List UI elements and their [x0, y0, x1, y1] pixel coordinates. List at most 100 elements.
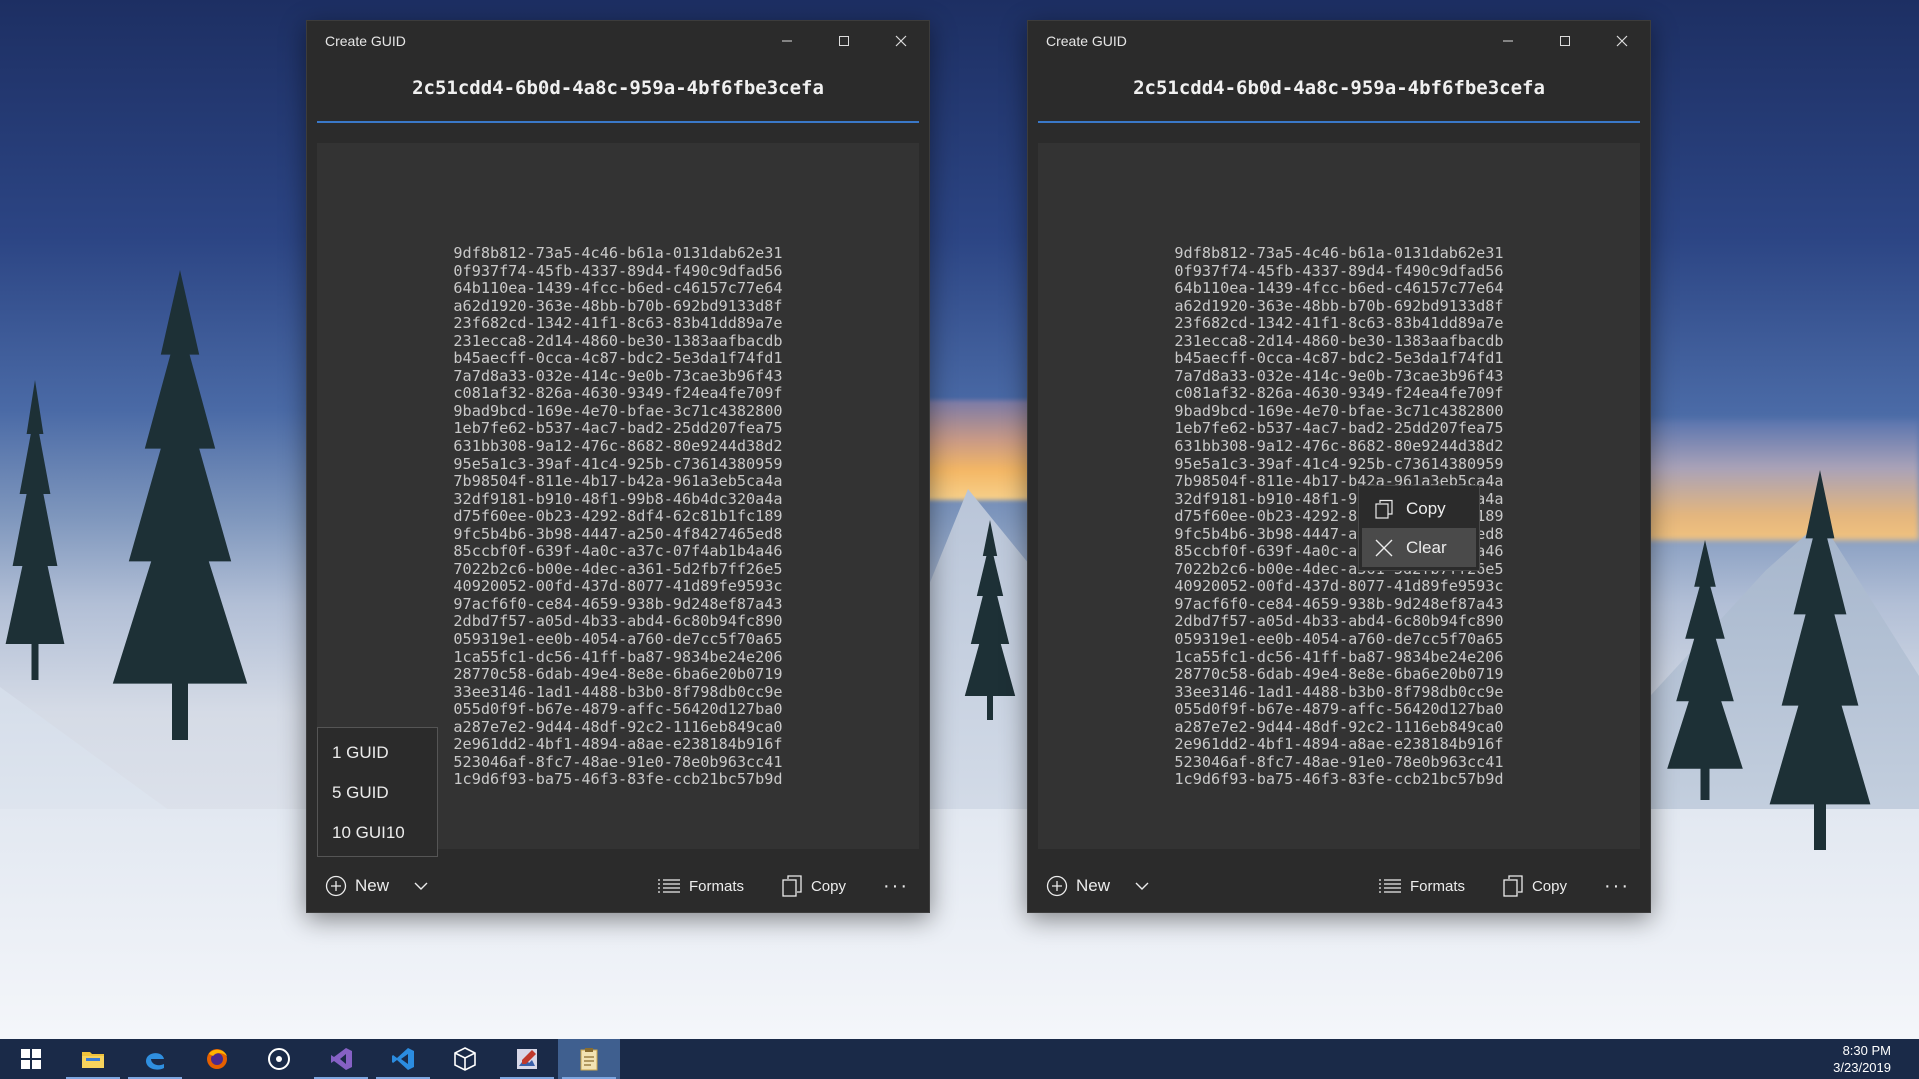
minimize-button[interactable] — [1479, 21, 1536, 61]
guid-list-item[interactable]: 9df8b812-73a5-4c46-b61a-0131dab62e31 — [1038, 244, 1640, 263]
guid-list-item[interactable]: 055d0f9f-b67e-4879-affc-56420d127ba0 — [1038, 701, 1640, 719]
guid-list-item[interactable]: b45aecff-0cca-4c87-bdc2-5e3da1f74fd1 — [1038, 350, 1640, 368]
maximize-button[interactable] — [1536, 21, 1593, 61]
guid-list-item[interactable]: 33ee3146-1ad1-4488-b3b0-8f798db0cc9e — [1038, 683, 1640, 702]
system-clock[interactable]: 8:30 PM 3/23/2019 — [1833, 1042, 1891, 1076]
new-button[interactable]: New — [325, 875, 389, 897]
guid-list-item[interactable]: 64b110ea-1439-4fcc-b6ed-c46157c77e64 — [1038, 280, 1640, 298]
copy-button[interactable]: Copy — [1502, 874, 1567, 898]
close-button[interactable] — [1593, 21, 1650, 61]
guid-list-item[interactable]: 0f937f74-45fb-4337-89d4-f490c9dfad56 — [317, 262, 919, 281]
minimize-button[interactable] — [758, 21, 815, 61]
guid-list-item[interactable]: 23f682cd-1342-41f1-8c63-83b41dd89a7e — [1038, 315, 1640, 333]
guid-list-item[interactable]: 7b98504f-811e-4b17-b42a-961a3eb5ca4a — [317, 473, 919, 491]
taskbar-vscode[interactable] — [372, 1039, 434, 1079]
guid-list-item[interactable]: d75f60ee-0b23-4292-8df4-62c81b1fc189 — [1038, 508, 1640, 526]
guid-list-item[interactable]: 85ccbf0f-639f-4a0c-a37c-07f4ab1b4a46 — [1038, 543, 1640, 561]
guid-list-item[interactable]: 1c9d6f93-ba75-46f3-83fe-ccb21bc57b9d — [1038, 771, 1640, 789]
context-menu-clear[interactable]: Clear — [1362, 528, 1476, 567]
guid-list-item[interactable]: 97acf6f0-ce84-4659-938b-9d248ef87a43 — [317, 595, 919, 614]
dropdown-item-5-guid[interactable]: 5 GUID — [318, 773, 437, 813]
guid-list-item[interactable]: 32df9181-b910-48f1-99b8-46b4dc320a4a — [317, 490, 919, 509]
guid-list-item[interactable]: 9fc5b4b6-3b98-4447-a250-4f8427465ed8 — [317, 525, 919, 544]
guid-list-area[interactable]: 9df8b812-73a5-4c46-b61a-0131dab62e31 0f93… — [1038, 143, 1640, 849]
maximize-button[interactable] — [815, 21, 872, 61]
guid-list[interactable]: 9df8b812-73a5-4c46-b61a-0131dab62e31 0f93… — [317, 244, 919, 789]
minimize-icon — [781, 40, 792, 42]
guid-list-item[interactable]: 1eb7fe62-b537-4ac7-bad2-25dd207fea75 — [1038, 420, 1640, 438]
guid-list-item[interactable]: 631bb308-9a12-476c-8682-80e9244d38d2 — [317, 437, 919, 456]
guid-list-item[interactable]: 85ccbf0f-639f-4a0c-a37c-07f4ab1b4a46 — [317, 543, 919, 561]
guid-list-item[interactable]: 1eb7fe62-b537-4ac7-bad2-25dd207fea75 — [317, 420, 919, 438]
more-options-button[interactable]: ··· — [1604, 875, 1630, 898]
guid-list-item[interactable]: a62d1920-363e-48bb-b70b-692bd9133d8f — [1038, 297, 1640, 316]
title-bar[interactable]: Create GUID — [1028, 21, 1650, 61]
taskbar-visual-studio[interactable] — [310, 1039, 372, 1079]
guid-list-item[interactable]: 1ca55fc1-dc56-41ff-ba87-9834be24e206 — [1038, 648, 1640, 667]
taskbar-edge[interactable] — [124, 1039, 186, 1079]
guid-list-item[interactable]: 231ecca8-2d14-4860-be30-1383aafbacdb — [317, 332, 919, 351]
guid-list-item[interactable]: 7b98504f-811e-4b17-b42a-961a3eb5ca4a — [1038, 473, 1640, 491]
taskbar-photo-editor[interactable] — [496, 1039, 558, 1079]
guid-list-item[interactable]: 0f937f74-45fb-4337-89d4-f490c9dfad56 — [1038, 262, 1640, 281]
guid-list-item[interactable]: 97acf6f0-ce84-4659-938b-9d248ef87a43 — [1038, 595, 1640, 614]
guid-list-item[interactable]: 1ca55fc1-dc56-41ff-ba87-9834be24e206 — [317, 648, 919, 667]
copy-icon — [1503, 875, 1523, 897]
guid-list-item[interactable]: 059319e1-ee0b-4054-a760-de7cc5f70a65 — [317, 630, 919, 649]
guid-list-item[interactable]: 95e5a1c3-39af-41c4-925b-c73614380959 — [317, 455, 919, 474]
guid-list-item[interactable]: 2e961dd2-4bf1-4894-a8ae-e238184b916f — [1038, 736, 1640, 754]
guid-list-item[interactable]: 28770c58-6dab-49e4-8e8e-6ba6e20b0719 — [317, 666, 919, 684]
more-options-button[interactable]: ··· — [883, 875, 909, 898]
taskbar-groove[interactable] — [248, 1039, 310, 1079]
guid-list-item[interactable]: c081af32-826a-4630-9349-f24ea4fe709f — [317, 385, 919, 403]
context-menu-copy[interactable]: Copy — [1362, 489, 1476, 528]
taskbar-firefox[interactable] — [186, 1039, 248, 1079]
taskbar-create-guid[interactable] — [558, 1039, 620, 1079]
copy-button[interactable]: Copy — [781, 874, 846, 898]
guid-list-item[interactable]: a62d1920-363e-48bb-b70b-692bd9133d8f — [317, 297, 919, 316]
current-guid[interactable]: 2c51cdd4-6b0d-4a8c-959a-4bf6fbe3cefa — [1028, 71, 1650, 121]
title-bar[interactable]: Create GUID — [307, 21, 929, 61]
guid-list-item[interactable]: 33ee3146-1ad1-4488-b3b0-8f798db0cc9e — [317, 683, 919, 702]
guid-list-item[interactable]: 28770c58-6dab-49e4-8e8e-6ba6e20b0719 — [1038, 666, 1640, 684]
guid-list-item[interactable]: 32df9181-b910-48f1-99b8-46b4dc320a4a — [1038, 490, 1640, 509]
guid-list-item[interactable]: 2dbd7f57-a05d-4b33-abd4-6c80b94fc890 — [317, 613, 919, 631]
guid-list-item[interactable]: 40920052-00fd-437d-8077-41d89fe9593c — [1038, 578, 1640, 596]
guid-list-item[interactable]: 9fc5b4b6-3b98-4447-a250-4f8427465ed8 — [1038, 525, 1640, 544]
guid-list-item[interactable]: 055d0f9f-b67e-4879-affc-56420d127ba0 — [317, 701, 919, 719]
dropdown-item-1-guid[interactable]: 1 GUID — [318, 733, 437, 773]
formats-button[interactable]: Formats — [1378, 876, 1465, 896]
guid-list-item[interactable]: 64b110ea-1439-4fcc-b6ed-c46157c77e64 — [317, 280, 919, 298]
guid-list-item[interactable]: 2dbd7f57-a05d-4b33-abd4-6c80b94fc890 — [1038, 613, 1640, 631]
guid-list-item[interactable]: 40920052-00fd-437d-8077-41d89fe9593c — [317, 578, 919, 596]
guid-list-item[interactable]: 9bad9bcd-169e-4e70-bfae-3c71c4382800 — [1038, 402, 1640, 421]
guid-list-item[interactable]: 7a7d8a33-032e-414c-9e0b-73cae3b96f43 — [317, 367, 919, 386]
guid-list-item[interactable]: 059319e1-ee0b-4054-a760-de7cc5f70a65 — [1038, 630, 1640, 649]
guid-list-item[interactable]: 7a7d8a33-032e-414c-9e0b-73cae3b96f43 — [1038, 367, 1640, 386]
guid-list-item[interactable]: 23f682cd-1342-41f1-8c63-83b41dd89a7e — [317, 315, 919, 333]
header-divider — [1038, 121, 1640, 123]
guid-list-item[interactable]: 631bb308-9a12-476c-8682-80e9244d38d2 — [1038, 437, 1640, 456]
guid-list[interactable]: 9df8b812-73a5-4c46-b61a-0131dab62e31 0f93… — [1038, 244, 1640, 789]
chevron-down-icon[interactable] — [1132, 876, 1152, 896]
dropdown-item-10-guid[interactable]: 10 GUI10 — [318, 813, 437, 853]
guid-list-item[interactable]: d75f60ee-0b23-4292-8df4-62c81b1fc189 — [317, 508, 919, 526]
guid-list-item[interactable]: 7022b2c6-b00e-4dec-a361-5d2fb7ff26e5 — [317, 560, 919, 579]
close-button[interactable] — [872, 21, 929, 61]
guid-list-item[interactable]: 231ecca8-2d14-4860-be30-1383aafbacdb — [1038, 332, 1640, 351]
guid-list-item[interactable]: 7022b2c6-b00e-4dec-a361-5d2fb7ff26e5 — [1038, 560, 1640, 579]
chevron-down-icon[interactable] — [411, 876, 431, 896]
new-button[interactable]: New — [1046, 875, 1110, 897]
current-guid[interactable]: 2c51cdd4-6b0d-4a8c-959a-4bf6fbe3cefa — [307, 71, 929, 121]
guid-list-item[interactable]: 95e5a1c3-39af-41c4-925b-c73614380959 — [1038, 455, 1640, 474]
formats-button[interactable]: Formats — [657, 876, 744, 896]
start-button[interactable] — [0, 1039, 62, 1079]
taskbar-file-explorer[interactable] — [62, 1039, 124, 1079]
guid-list-item[interactable]: 9df8b812-73a5-4c46-b61a-0131dab62e31 — [317, 244, 919, 263]
guid-list-item[interactable]: c081af32-826a-4630-9349-f24ea4fe709f — [1038, 385, 1640, 403]
guid-list-item[interactable]: b45aecff-0cca-4c87-bdc2-5e3da1f74fd1 — [317, 350, 919, 368]
guid-list-item[interactable]: 9bad9bcd-169e-4e70-bfae-3c71c4382800 — [317, 402, 919, 421]
guid-list-item[interactable]: a287e7e2-9d44-48df-92c2-1116eb849ca0 — [1038, 718, 1640, 737]
taskbar-3d-viewer[interactable] — [434, 1039, 496, 1079]
guid-list-item[interactable]: 523046af-8fc7-48ae-91e0-78e0b963cc41 — [1038, 753, 1640, 772]
